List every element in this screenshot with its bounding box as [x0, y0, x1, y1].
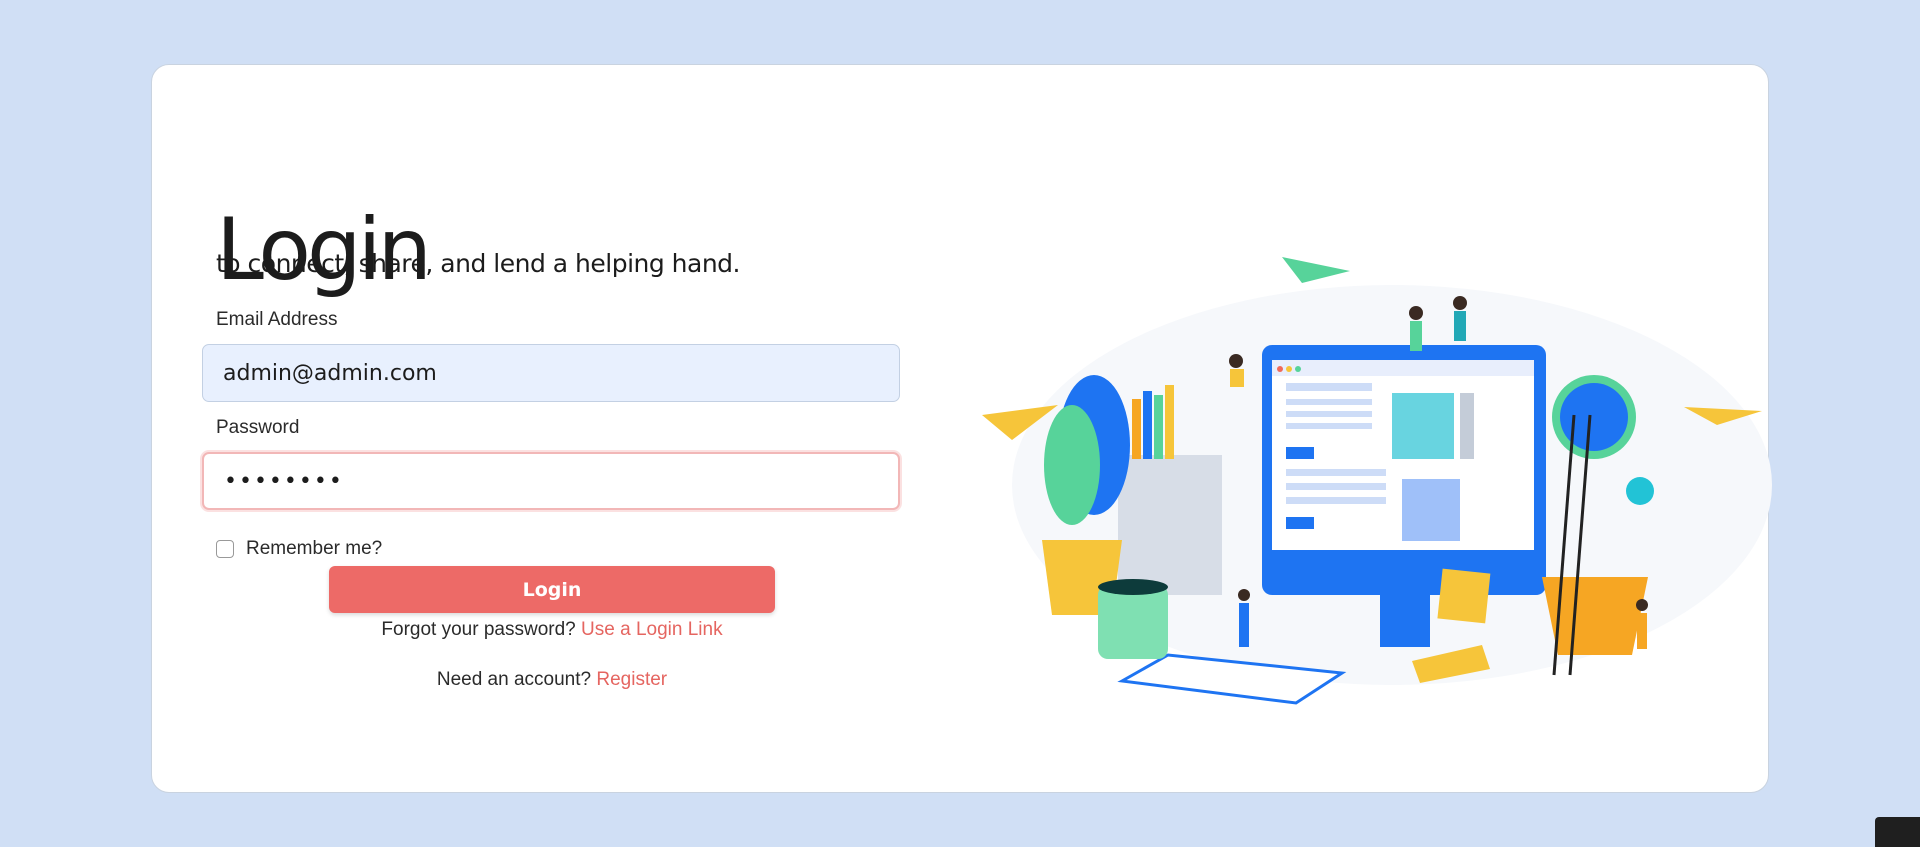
login-form: Login to connect, share, and lend a help… — [152, 65, 912, 792]
login-link[interactable]: Use a Login Link — [581, 619, 723, 640]
register-link[interactable]: Register — [596, 669, 667, 690]
paper-plane-icon — [1282, 257, 1350, 283]
login-button[interactable]: Login — [329, 566, 775, 613]
remember-label: Remember me? — [246, 538, 383, 559]
brand-logo-icon[interactable] — [1875, 817, 1920, 847]
page-subtitle: to connect, share, and lend a helping ha… — [216, 249, 741, 278]
login-card: Login to connect, share, and lend a help… — [151, 64, 1772, 793]
email-field[interactable] — [202, 344, 900, 402]
password-field[interactable] — [202, 452, 900, 510]
account-text: Need an account? — [436, 669, 592, 690]
password-label: Password — [216, 417, 300, 438]
forgot-text: Forgot your password? — [381, 619, 576, 640]
email-label: Email Address — [216, 309, 338, 330]
remember-me[interactable]: Remember me? — [216, 538, 382, 560]
remember-checkbox[interactable] — [216, 540, 234, 558]
computer-workspace-illustration — [982, 257, 1772, 705]
register-line: Need an account? Register — [152, 669, 952, 691]
forgot-password-line: Forgot your password? Use a Login Link — [152, 619, 952, 641]
